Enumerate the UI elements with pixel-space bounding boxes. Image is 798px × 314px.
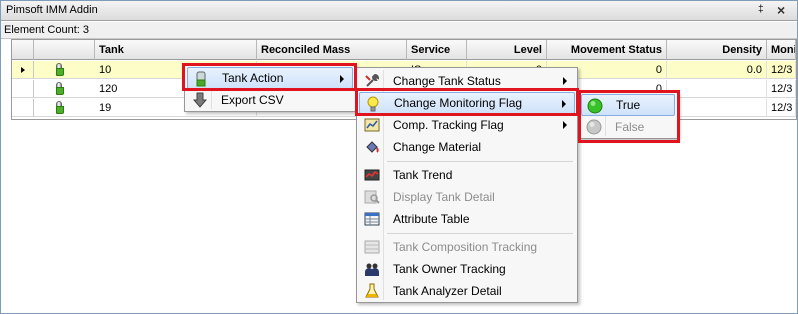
menu-item-export-csv[interactable]: Export CSV <box>187 89 353 111</box>
pin-icon[interactable]: ‡ <box>758 4 764 15</box>
trend-icon <box>364 169 380 181</box>
row-selector[interactable] <box>12 61 34 79</box>
menu-item-change-material[interactable]: Change Material <box>359 136 575 158</box>
current-row-arrow-icon <box>21 67 25 73</box>
row-selector[interactable] <box>12 80 34 98</box>
menu-item-tank-action[interactable]: Tank Action <box>187 67 353 89</box>
cell-moni: 12/3 <box>767 61 796 79</box>
download-arrow-icon <box>192 92 208 108</box>
submenu-arrow-icon <box>563 77 567 85</box>
menu-item-label: Comp. Tracking Flag <box>393 118 504 132</box>
menu-item-label: False <box>615 120 645 134</box>
icon-column-header <box>34 40 95 60</box>
menu-item-label: True <box>616 98 641 112</box>
menu-item-label: Tank Composition Tracking <box>393 240 538 254</box>
menu-item-label: Change Monitoring Flag <box>394 96 523 110</box>
magnifier-icon <box>364 190 380 204</box>
menu-item-display-tank-detail: Display Tank Detail <box>359 186 575 208</box>
cell-density: 0.0 <box>667 61 767 79</box>
submenu-arrow-icon <box>563 121 567 129</box>
row-selector[interactable] <box>12 99 34 117</box>
lightbulb-icon <box>367 96 379 112</box>
menu-item-tank-owner-tracking[interactable]: Tank Owner Tracking <box>359 258 575 280</box>
tank-icon <box>56 82 64 95</box>
composition-icon <box>364 240 380 254</box>
menu-item-change-monitoring-flag[interactable]: Change Monitoring Flag <box>359 92 575 114</box>
tank-icon <box>56 101 64 114</box>
menu-item-label: Tank Analyzer Detail <box>393 284 502 298</box>
menu-separator <box>387 233 573 234</box>
row-header-corner <box>12 40 34 60</box>
menu-item-comp-tracking-flag[interactable]: Comp. Tracking Flag <box>359 114 575 136</box>
tank-action-submenu: Change Tank Status Change Monitoring Fla… <box>356 67 578 303</box>
menu-separator <box>387 161 573 162</box>
menu-item-label: Change Material <box>393 140 482 154</box>
menu-item-label: Display Tank Detail <box>393 190 495 204</box>
column-header-reconciled-mass[interactable]: Reconciled Mass <box>257 40 407 60</box>
menu-item-label: Tank Owner Tracking <box>393 262 506 276</box>
column-header-level[interactable]: Level <box>467 40 547 60</box>
element-count: Element Count: 3 <box>4 24 89 36</box>
column-header-moni[interactable]: Moni <box>767 40 796 60</box>
cell-moni: 12/3 <box>767 80 796 98</box>
element-count-bar: Element Count: 3 <box>1 22 797 39</box>
title-bar: Pimsoft IMM Addin ‡ × <box>1 1 797 21</box>
close-icon[interactable]: × <box>777 2 785 18</box>
submenu-arrow-icon <box>340 75 344 83</box>
column-header-tank[interactable]: Tank <box>95 40 257 60</box>
table-icon <box>364 212 380 226</box>
green-dot-icon <box>587 98 603 114</box>
paint-bucket-icon <box>366 141 379 153</box>
monitoring-flag-submenu: True False <box>578 91 678 139</box>
menu-item-label: Export CSV <box>221 93 284 107</box>
cell-density <box>667 80 767 98</box>
owners-icon <box>365 263 379 276</box>
menu-item-label: Tank Trend <box>393 168 453 182</box>
wrench-icon <box>365 73 380 87</box>
menu-item-label: Tank Action <box>222 71 284 85</box>
tank-icon <box>196 71 206 87</box>
menu-item-false: False <box>581 116 675 138</box>
column-header-service[interactable]: Service <box>407 40 467 60</box>
menu-item-tank-analyzer-detail[interactable]: Tank Analyzer Detail <box>359 280 575 302</box>
window-title: Pimsoft IMM Addin <box>6 4 98 16</box>
cell-moni: 12/3 <box>767 99 796 117</box>
tank-icon <box>56 63 64 76</box>
menu-item-tank-trend[interactable]: Tank Trend <box>359 164 575 186</box>
cell-density <box>667 99 767 117</box>
menu-item-tank-composition-tracking: Tank Composition Tracking <box>359 236 575 258</box>
submenu-arrow-icon <box>562 100 566 108</box>
menu-item-true[interactable]: True <box>581 94 675 116</box>
menu-item-change-tank-status[interactable]: Change Tank Status <box>359 70 575 92</box>
column-header-density[interactable]: Density <box>667 40 767 60</box>
gray-dot-icon <box>586 119 602 135</box>
flask-icon <box>365 283 379 298</box>
column-header-movement-status[interactable]: Movement Status <box>547 40 667 60</box>
menu-item-label: Change Tank Status <box>393 74 501 88</box>
menu-item-label: Attribute Table <box>393 212 470 226</box>
chart-icon <box>364 118 380 132</box>
grid-header: Tank Reconciled Mass Service Level Movem… <box>12 40 796 60</box>
menu-item-attribute-table[interactable]: Attribute Table <box>359 208 575 230</box>
context-menu: Tank Action Export CSV <box>184 64 356 112</box>
